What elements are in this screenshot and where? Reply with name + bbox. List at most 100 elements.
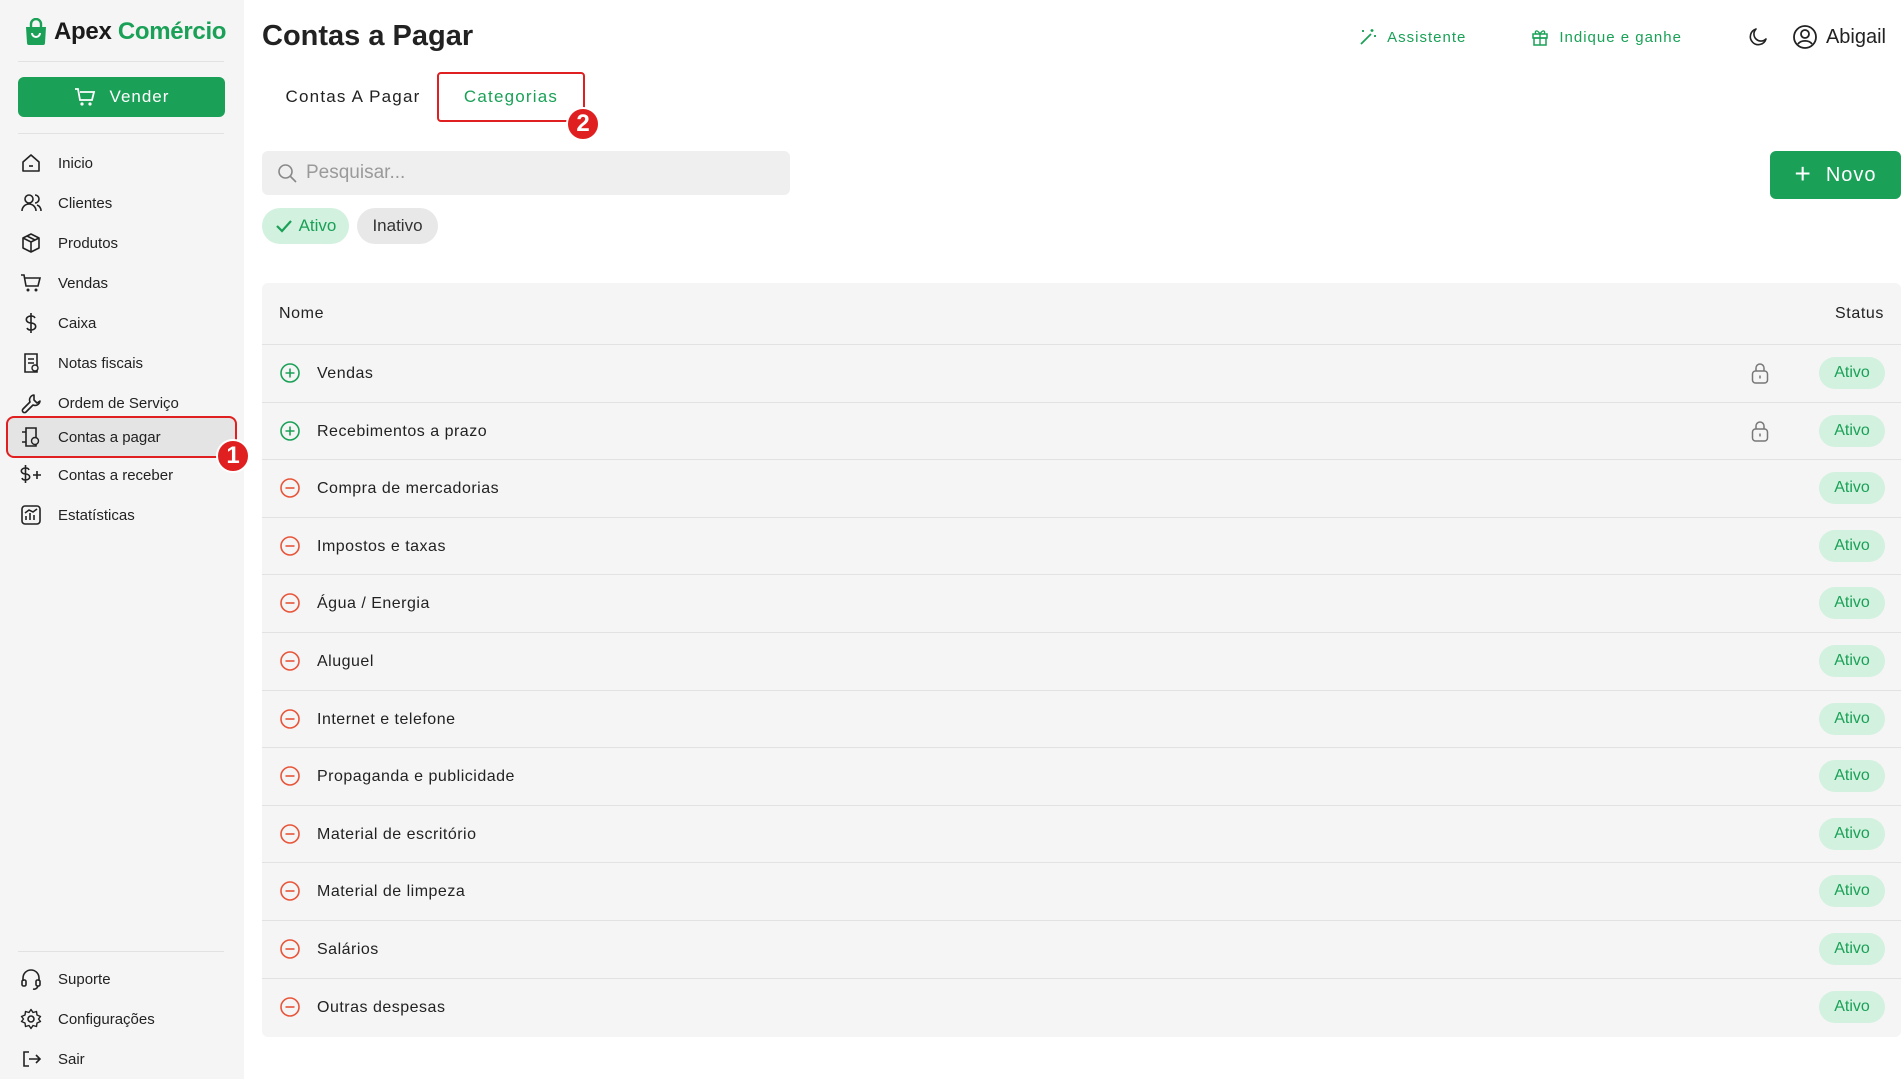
sidebar-item-notas-fiscais[interactable]: Notas fiscais [8, 344, 235, 382]
brand-logo[interactable]: Apex Comércio [24, 18, 226, 46]
dollar-icon [25, 313, 37, 333]
sidebar-item-label: Contas a pagar [58, 428, 161, 446]
sidebar-item-label: Caixa [58, 314, 97, 332]
cart-icon [74, 88, 95, 106]
minus-circle-icon [280, 708, 300, 729]
table-row[interactable]: Recebimentos a prazo Ativo [262, 403, 1901, 461]
table-row[interactable]: Internet e telefone Ativo [262, 691, 1901, 749]
search-icon [278, 164, 297, 183]
users-icon [21, 194, 42, 212]
category-name: Internet e telefone [317, 710, 456, 728]
sidebar-item-suporte[interactable]: Suporte [8, 960, 235, 998]
divider [18, 133, 224, 134]
step-badge-2-label: 2 [576, 110, 590, 137]
referral-label: Indique e ganhe [1559, 28, 1682, 46]
status-badge: Ativo [1819, 414, 1885, 447]
tab-contas-a-pagar[interactable]: Contas A Pagar [272, 72, 434, 122]
user-name: Abigail [1825, 25, 1886, 48]
sidebar-item-caixa[interactable]: Caixa [8, 304, 235, 342]
referral-link[interactable]: Indique e ganhe [1530, 27, 1682, 47]
sidebar-item-configuracoes[interactable]: Configurações [8, 1000, 235, 1038]
plus-circle-icon [280, 420, 300, 441]
category-name: Compra de mercadorias [317, 480, 500, 498]
sidebar-item-contas-a-pagar[interactable]: Contas a pagar [6, 416, 237, 458]
minus-circle-icon [280, 823, 300, 844]
table-row[interactable]: Salários Ativo [262, 921, 1901, 979]
status-badge: Ativo [1819, 817, 1885, 850]
user-menu[interactable]: Abigail [1792, 24, 1886, 50]
sidebar-item-label: Suporte [58, 970, 111, 988]
status-badge: Ativo [1819, 587, 1885, 620]
gift-icon [1532, 30, 1549, 46]
plus-icon: + [1794, 157, 1812, 189]
table-row[interactable]: Outras despesas Ativo [262, 979, 1901, 1037]
table-row[interactable]: Impostos e taxas Ativo [262, 518, 1901, 576]
headset-icon [21, 969, 41, 990]
minus-circle-icon [280, 881, 300, 902]
category-name: Material de escritório [317, 825, 477, 843]
category-name: Água / Energia [317, 595, 430, 613]
filter-chip-label: Ativo [298, 216, 337, 235]
lock-icon [1751, 363, 1769, 384]
filter-chip-ativo[interactable]: Ativo [262, 208, 349, 244]
assistant-link[interactable]: Assistente [1358, 27, 1466, 47]
table-row[interactable]: Compra de mercadorias Ativo [262, 460, 1901, 518]
chart-icon [21, 505, 41, 525]
wrench-icon [21, 394, 41, 414]
category-name: Material de limpeza [317, 883, 466, 901]
table-row[interactable]: Material de escritório Ativo [262, 806, 1901, 864]
table-row[interactable]: Água / Energia Ativo [262, 575, 1901, 633]
sidebar: Apex Comércio Vender Inicio Clientes Pro… [0, 0, 250, 1079]
new-category-button[interactable]: + Novo [1770, 151, 1901, 199]
categories-table: Nome Status Vendas Ativo Recebimentos a pr… [262, 283, 1901, 1037]
minus-circle-icon [280, 535, 300, 556]
table-header: Nome Status [262, 283, 1901, 345]
minus-circle-icon [280, 651, 300, 671]
search-input[interactable] [306, 162, 766, 184]
page-title: Contas a Pagar [262, 20, 474, 52]
minus-circle-icon [280, 766, 300, 786]
status-badge: Ativo [1819, 529, 1885, 562]
sell-button[interactable]: Vender [18, 77, 225, 117]
sell-button-label: Vender [109, 87, 170, 106]
sidebar-item-inicio[interactable]: Inicio [8, 144, 235, 182]
table-row[interactable]: Aluguel Ativo [262, 633, 1901, 691]
sidebar-item-clientes[interactable]: Clientes [8, 184, 235, 222]
column-header-nome[interactable]: Nome [279, 305, 324, 323]
minus-circle-icon [280, 478, 300, 498]
assistant-label: Assistente [1387, 28, 1467, 46]
brand-name: Apex Comércio [54, 18, 226, 46]
home-icon [22, 154, 40, 172]
invoice-icon [24, 353, 39, 373]
category-name: Vendas [317, 365, 374, 382]
table-row[interactable]: Propaganda e publicidade Ativo [262, 748, 1901, 806]
lock-icon [1751, 420, 1769, 442]
filter-chip-inativo[interactable]: Inativo [357, 208, 438, 244]
sidebar-item-label: Clientes [58, 194, 113, 212]
category-name: Salários [317, 941, 379, 958]
sidebar-item-produtos[interactable]: Produtos [8, 224, 235, 262]
sidebar-item-contas-a-receber[interactable]: Contas a receber [8, 456, 235, 494]
sidebar-item-sair[interactable]: Sair [8, 1040, 235, 1078]
status-badge: Ativo [1819, 875, 1885, 908]
sidebar-item-label: Contas a receber [58, 466, 174, 484]
category-name: Impostos e taxas [317, 537, 446, 555]
gear-icon [20, 1008, 42, 1030]
sidebar-item-label: Configurações [58, 1010, 155, 1028]
column-header-status[interactable]: Status [1835, 305, 1884, 323]
tab-label: Categorias [463, 87, 559, 106]
sidebar-item-vendas[interactable]: Vendas [8, 264, 235, 302]
tab-label: Contas A Pagar [285, 87, 421, 106]
tab-categorias[interactable]: Categorias [437, 72, 585, 122]
category-name: Outras despesas [317, 998, 446, 1016]
table-row[interactable]: Vendas Ativo [262, 345, 1901, 403]
dark-mode-moon-icon[interactable] [1746, 25, 1770, 49]
check-icon [275, 220, 292, 233]
sidebar-item-ordem-de-servico[interactable]: Ordem de Serviço [8, 384, 235, 422]
sidebar-item-label: Notas fiscais [58, 354, 144, 372]
sidebar-item-estatisticas[interactable]: Estatísticas [8, 496, 235, 534]
user-avatar-icon [1793, 25, 1817, 49]
sidebar-item-label: Estatísticas [58, 506, 135, 524]
table-row[interactable]: Material de limpeza Ativo [262, 863, 1901, 921]
search-bar[interactable] [262, 151, 790, 195]
